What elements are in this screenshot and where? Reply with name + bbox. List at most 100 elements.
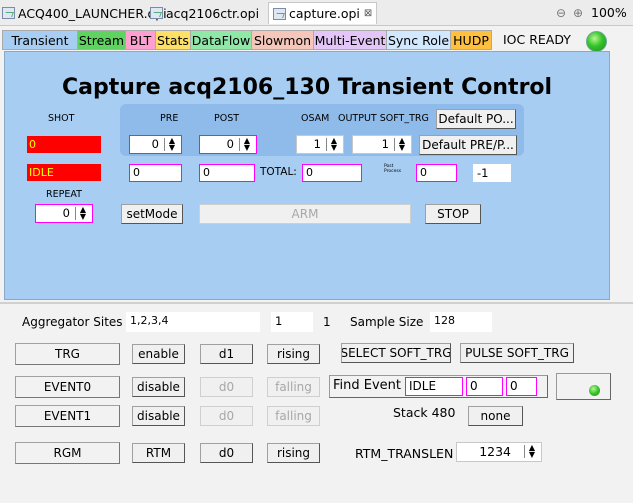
total-value: 0	[302, 164, 362, 182]
shot-value: 0	[27, 136, 101, 153]
event0-row-label: EVENT0	[15, 376, 120, 398]
sample-size-label: Sample Size	[350, 315, 424, 329]
page-title: Capture acq2106_130 Transient Control	[62, 75, 553, 100]
lower-panel	[0, 302, 633, 503]
rgm-row-label: RGM	[15, 442, 120, 464]
tab-sync-role[interactable]: Sync Role	[386, 30, 451, 50]
pre-spinner[interactable]: 0 ▲ ▼	[129, 135, 182, 154]
select-soft-trg-button[interactable]: SELECT SOFT_TRG	[341, 343, 451, 363]
none-button[interactable]: none	[468, 406, 523, 426]
tab-label: Multi-Event	[314, 32, 386, 48]
editor-tab-launcher[interactable]: ACQ400_LAUNCHER.opi	[2, 2, 167, 24]
spinner-arrows-icon[interactable]: ▲ ▼	[397, 137, 407, 152]
ioc-status-led	[586, 31, 607, 52]
tab-stream[interactable]: Stream	[77, 30, 126, 50]
setmode-button[interactable]: setMode	[121, 204, 183, 224]
rgm-d0-button[interactable]: d0	[200, 443, 253, 463]
opi-file-icon	[2, 7, 15, 19]
editor-tab-label: capture.opi	[289, 6, 360, 21]
event1-row-label: EVENT1	[15, 405, 120, 427]
zoom-in-icon[interactable]: ⊕	[573, 6, 583, 20]
event1-d0-button[interactable]: d0	[200, 406, 253, 426]
tab-dataflow[interactable]: DataFlow	[190, 30, 252, 50]
osam-header: OSAM	[301, 113, 330, 124]
post-process-readback: -1	[473, 164, 511, 182]
event0-falling-button[interactable]: falling	[267, 377, 320, 397]
trg-rising-button[interactable]: rising	[267, 344, 320, 364]
tab-slowmon[interactable]: Slowmon	[251, 30, 314, 50]
find-event-value1: 0	[466, 377, 503, 396]
tab-transient[interactable]: Transient	[2, 30, 78, 50]
spinner-separator	[164, 138, 165, 151]
find-event-led-frame	[556, 373, 611, 400]
sample-size-value: 128	[430, 312, 492, 332]
spinner-arrows-icon[interactable]: ▲ ▼	[527, 444, 537, 459]
editor-tab-acq2106ctr[interactable]: acq2106ctr.opi	[150, 2, 259, 24]
spinner-arrows-icon[interactable]: ▲ ▼	[167, 137, 177, 152]
event0-disable-button[interactable]: disable	[132, 377, 185, 397]
tab-label: Transient	[11, 32, 69, 48]
spinner-separator	[524, 445, 525, 458]
event1-disable-button[interactable]: disable	[132, 406, 185, 426]
spinner-arrows-icon[interactable]: ▲ ▼	[242, 137, 252, 152]
pulse-soft-trg-button[interactable]: PULSE SOFT_TRG	[460, 343, 574, 363]
pre-readback: 0	[129, 164, 182, 182]
post-spinner-value: 0	[226, 137, 234, 151]
default-prepost-button[interactable]: Default PRE/P...	[419, 135, 517, 155]
rgm-rising-button[interactable]: rising	[267, 443, 320, 463]
event0-d0-button[interactable]: d0	[200, 377, 253, 397]
find-event-value2: 0	[506, 377, 537, 396]
zoom-out-icon[interactable]: ⊖	[556, 6, 566, 20]
stop-button[interactable]: STOP	[425, 204, 481, 224]
repeat-spinner[interactable]: 0 ▲ ▼	[35, 204, 93, 223]
find-event-label: Find Event C	[333, 378, 415, 393]
post-process-label: Post Process	[384, 164, 402, 174]
aggregator-num2: 1	[323, 315, 331, 329]
post-process-value: 0	[416, 164, 457, 182]
shot-header: SHOT	[48, 113, 75, 124]
spinner-separator	[75, 207, 76, 220]
editor-tab-strip: ACQ400_LAUNCHER.opi acq2106ctr.opi captu…	[0, 0, 633, 26]
output-soft-trg-header: OUTPUT SOFT_TRG	[338, 113, 429, 124]
spinner-separator	[394, 138, 395, 151]
rtm-translen-label: RTM_TRANSLEN	[355, 446, 454, 461]
soft-trg-spinner[interactable]: 1 ▲ ▼	[352, 135, 412, 154]
trg-enable-button[interactable]: enable	[132, 344, 185, 364]
trg-d1-button[interactable]: d1	[200, 344, 253, 364]
tab-blt[interactable]: BLT	[125, 30, 156, 50]
default-po-button[interactable]: Default PO...	[436, 109, 516, 129]
aggregator-sites-value: 1,2,3,4	[126, 312, 260, 332]
tab-stats[interactable]: Stats	[155, 30, 191, 50]
tab-label: Stream	[78, 32, 125, 48]
trg-row-label: TRG	[15, 343, 120, 365]
spinner-separator	[239, 138, 240, 151]
osam-spinner[interactable]: 1 ▲ ▼	[296, 135, 344, 154]
zoom-level[interactable]: 100%	[591, 5, 627, 20]
tab-label: Slowmon	[253, 32, 312, 48]
aggregator-sites-label: Aggregator Sites	[22, 315, 123, 329]
rtm-translen-spinner[interactable]: 1234 ▲ ▼	[456, 442, 542, 462]
editor-tab-capture[interactable]: capture.opi ⊠	[268, 2, 378, 24]
editor-tab-label: acq2106ctr.opi	[166, 5, 260, 21]
arm-button[interactable]: ARM	[199, 204, 411, 224]
state-value: IDLE	[27, 164, 101, 181]
pre-spinner-value: 0	[151, 137, 159, 151]
spinner-separator	[326, 138, 327, 151]
event1-falling-button[interactable]: falling	[267, 406, 320, 426]
spinner-arrows-icon[interactable]: ▲ ▼	[78, 206, 88, 221]
tab-label: DataFlow	[191, 32, 251, 48]
tab-label: BLT	[129, 32, 152, 48]
rgm-rtm-button[interactable]: RTM	[132, 443, 185, 463]
post-readback: 0	[199, 164, 255, 182]
soft-trg-spinner-value: 1	[381, 137, 389, 151]
spinner-arrows-icon[interactable]: ▲ ▼	[329, 137, 339, 152]
post-spinner[interactable]: 0 ▲ ▼	[199, 135, 257, 154]
opi-file-icon	[273, 7, 286, 20]
stack-label: Stack 480	[393, 405, 456, 420]
pre-header: PRE	[160, 113, 179, 124]
tab-multi-event[interactable]: Multi-Event	[313, 30, 387, 50]
close-icon[interactable]: ⊠	[364, 8, 372, 19]
tab-label: Sync Role	[387, 32, 450, 48]
tab-hudp[interactable]: HUDP	[450, 30, 492, 50]
total-label: TOTAL:	[260, 166, 297, 178]
